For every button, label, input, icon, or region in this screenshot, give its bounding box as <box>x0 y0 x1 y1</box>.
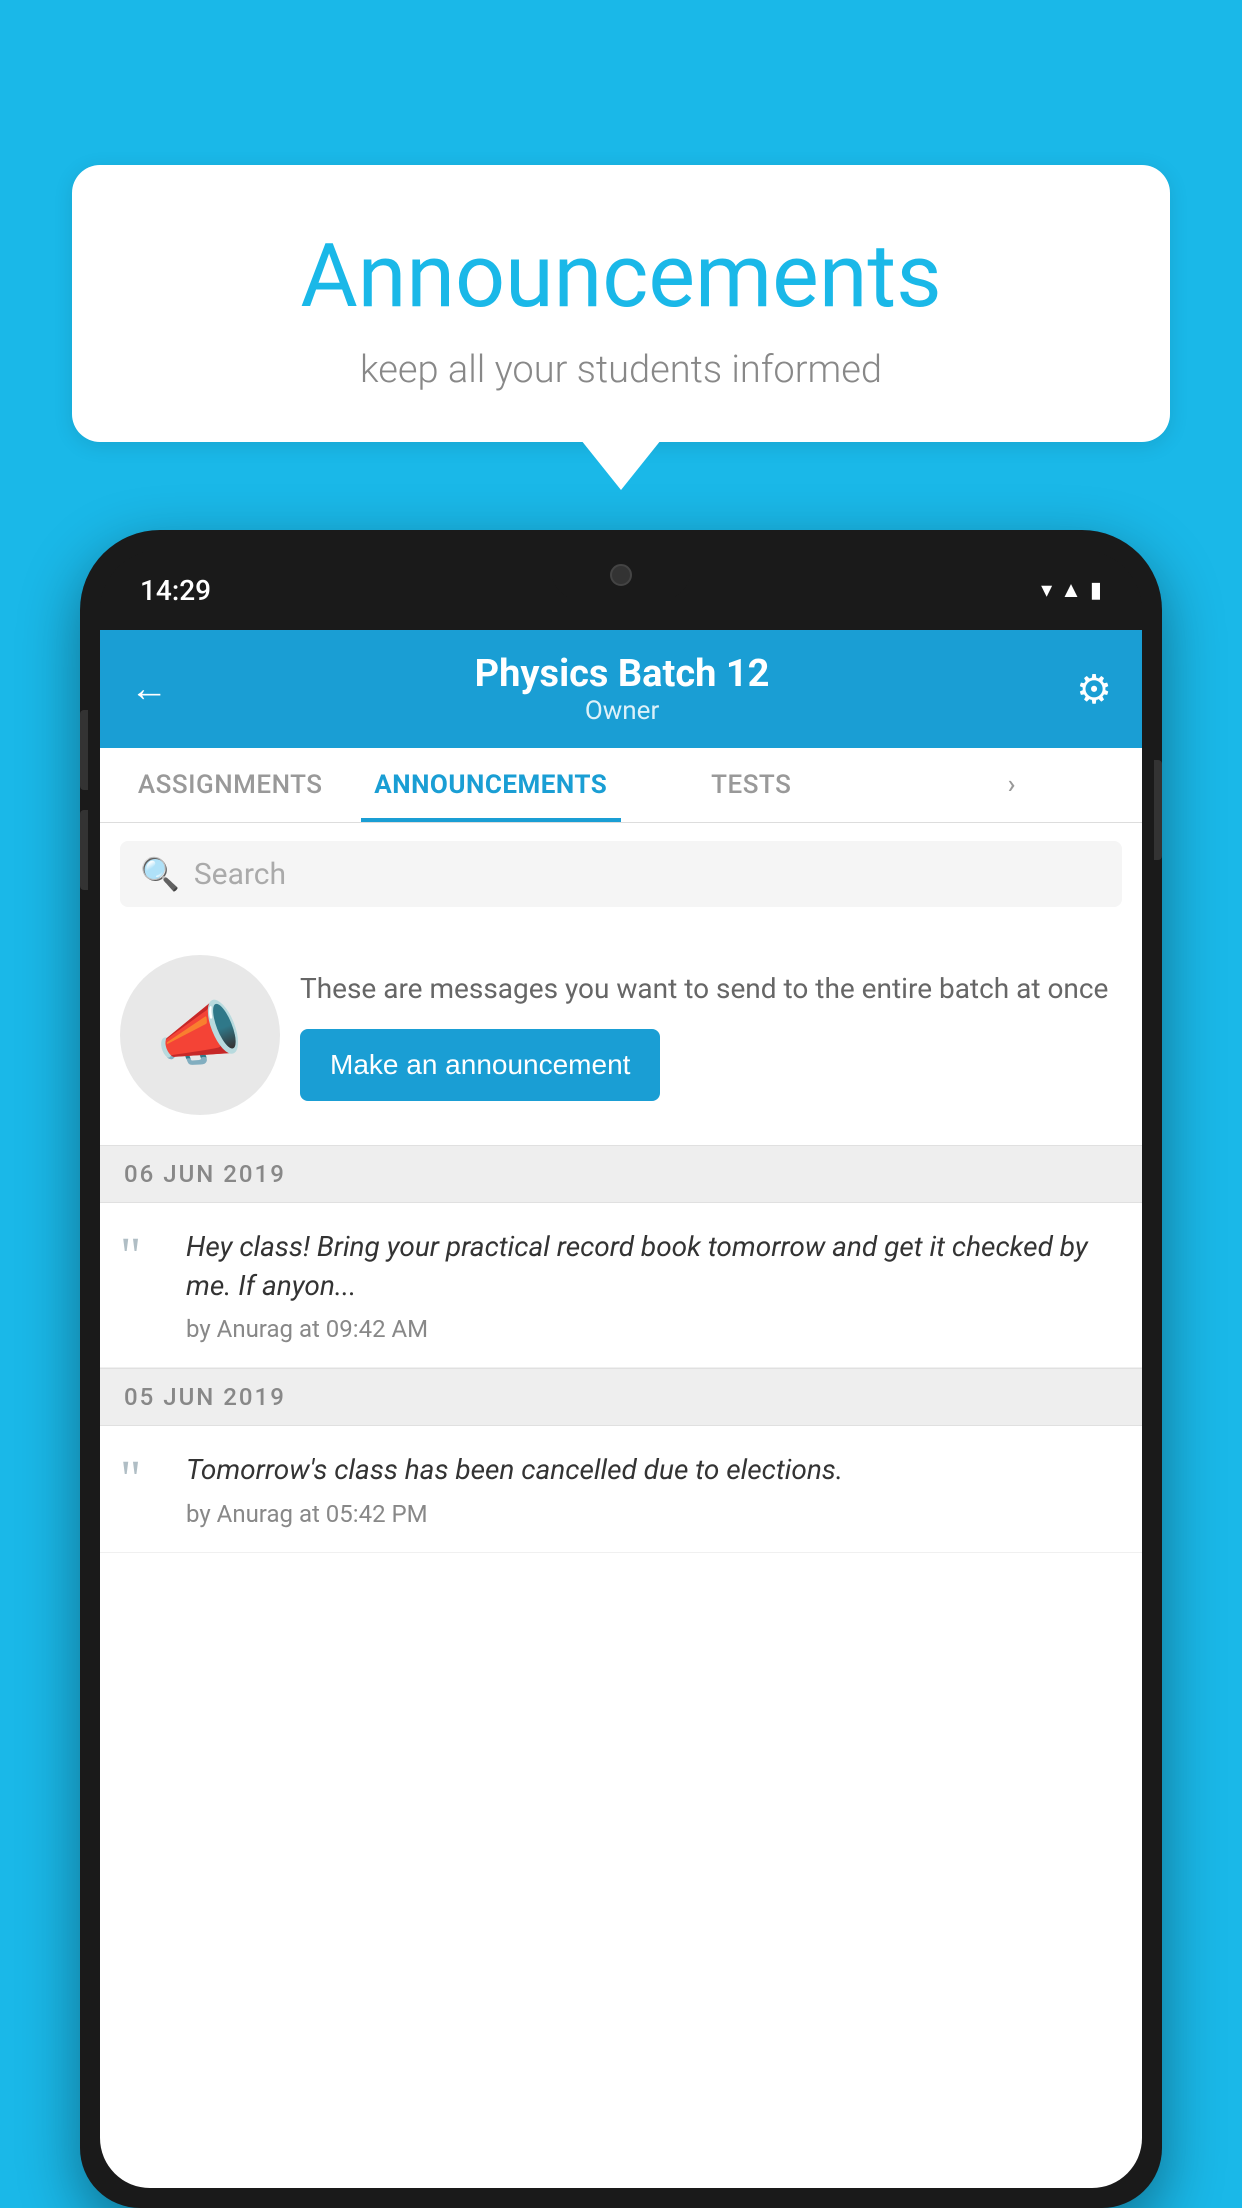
promo-right: These are messages you want to send to t… <box>300 969 1122 1100</box>
settings-icon[interactable]: ⚙ <box>1076 666 1112 713</box>
tab-more[interactable]: › <box>882 748 1143 822</box>
camera <box>610 564 632 586</box>
search-icon: 🔍 <box>140 855 180 893</box>
battery-icon: ▮ <box>1090 578 1102 603</box>
phone-screen: ← Physics Batch 12 Owner ⚙ ASSIGNMENTS A… <box>100 630 1142 2188</box>
announcement-text-1: Hey class! Bring your practical record b… <box>186 1227 1122 1305</box>
header-title: Physics Batch 12 <box>475 652 770 696</box>
make-announcement-button[interactable]: Make an announcement <box>300 1029 660 1101</box>
search-placeholder: Search <box>194 857 286 892</box>
announcement-content-2: Tomorrow's class has been cancelled due … <box>186 1450 1122 1527</box>
promo-description: These are messages you want to send to t… <box>300 969 1122 1008</box>
signal-icon: ▲ <box>1060 577 1082 603</box>
announcement-item-1[interactable]: " Hey class! Bring your practical record… <box>100 1203 1142 1368</box>
volume-up-button <box>80 710 88 790</box>
search-container: 🔍 Search <box>100 823 1142 925</box>
power-button <box>1154 760 1162 860</box>
date-divider-2: 05 JUN 2019 <box>100 1368 1142 1426</box>
search-bar[interactable]: 🔍 Search <box>120 841 1122 907</box>
tab-tests[interactable]: TESTS <box>621 748 882 822</box>
announcement-content-1: Hey class! Bring your practical record b… <box>186 1227 1122 1343</box>
back-button[interactable]: ← <box>130 670 168 708</box>
announcement-text-2: Tomorrow's class has been cancelled due … <box>186 1450 1122 1489</box>
volume-down-button <box>80 810 88 890</box>
megaphone-icon: 📣 <box>156 994 243 1076</box>
wifi-icon: ▾ <box>1041 578 1052 603</box>
quote-icon-2: " <box>120 1454 170 1506</box>
phone-frame: 14:29 ▾ ▲ ▮ ← Physics Batch 12 Owner ⚙ A… <box>80 530 1162 2208</box>
tab-assignments[interactable]: ASSIGNMENTS <box>100 748 361 822</box>
status-bar: 14:29 ▾ ▲ ▮ <box>100 550 1142 630</box>
status-time: 14:29 <box>140 574 211 607</box>
quote-icon-1: " <box>120 1231 170 1283</box>
status-icons: ▾ ▲ ▮ <box>1041 577 1102 603</box>
announcement-meta-1: by Anurag at 09:42 AM <box>186 1315 1122 1343</box>
speech-bubble: Announcements keep all your students inf… <box>72 165 1170 442</box>
promo-icon-circle: 📣 <box>120 955 280 1115</box>
header-subtitle: Owner <box>475 696 770 726</box>
announcement-item-2[interactable]: " Tomorrow's class has been cancelled du… <box>100 1426 1142 1552</box>
promo-area: 📣 These are messages you want to send to… <box>100 925 1142 1145</box>
tab-announcements[interactable]: ANNOUNCEMENTS <box>361 748 622 822</box>
notch <box>551 550 691 600</box>
app-header: ← Physics Batch 12 Owner ⚙ <box>100 630 1142 748</box>
tabs-bar: ASSIGNMENTS ANNOUNCEMENTS TESTS › <box>100 748 1142 823</box>
header-center: Physics Batch 12 Owner <box>475 652 770 726</box>
bubble-title: Announcements <box>122 225 1120 328</box>
announcement-meta-2: by Anurag at 05:42 PM <box>186 1500 1122 1528</box>
date-divider-1: 06 JUN 2019 <box>100 1145 1142 1203</box>
bubble-subtitle: keep all your students informed <box>122 348 1120 392</box>
